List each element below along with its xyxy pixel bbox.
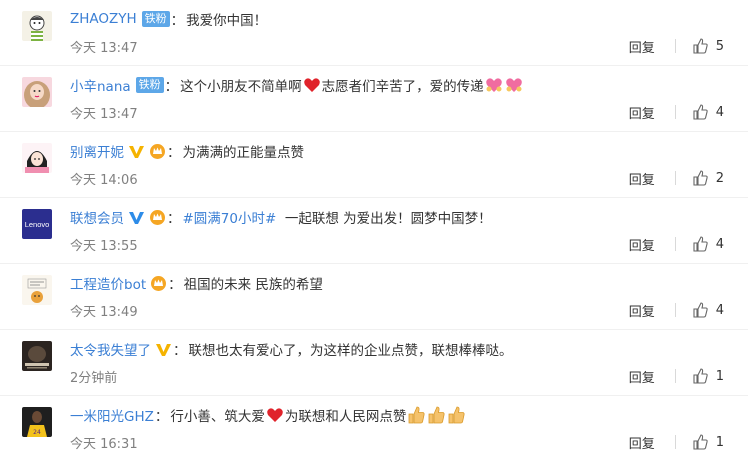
thumbs-up-icon[interactable] <box>692 368 708 384</box>
reply-button[interactable]: 回复 <box>629 433 655 452</box>
comment-item: ZHAOZYH 铁粉 ： 我爱你中国！ 今天 13:47 回复 5 <box>0 0 748 66</box>
reply-button[interactable]: 回复 <box>629 367 655 386</box>
avatar[interactable] <box>22 341 52 371</box>
comment-item: 工程造价bot ： 祖国的未来 民族的希望 今天 13:49 回复 4 <box>0 264 748 330</box>
divider <box>674 369 676 383</box>
username[interactable]: 太令我失望了 <box>70 339 151 359</box>
avatar[interactable] <box>22 77 52 107</box>
divider <box>674 435 676 449</box>
username[interactable]: 一米阳光GHZ <box>70 405 154 425</box>
colon: ： <box>170 13 185 29</box>
thumbs-up-emoji-icon <box>428 406 445 424</box>
divider <box>674 171 676 185</box>
timestamp: 今天 16:31 <box>70 437 138 452</box>
fan-tag[interactable]: 铁粉 <box>135 77 164 93</box>
hashtag-link[interactable]: #圆满70小时# <box>183 207 277 227</box>
timestamp: 今天 13:49 <box>70 305 138 320</box>
comment-text: 为满满的正能量点赞 <box>182 145 305 161</box>
like-count: 2 <box>715 170 724 186</box>
reply-button[interactable]: 回复 <box>629 301 655 320</box>
comment-text: 联想也太有爱心了，为这样的企业点赞，联想棒棒哒。 <box>188 343 513 359</box>
reply-button[interactable]: 回复 <box>629 235 655 254</box>
colon: ： <box>167 145 181 161</box>
avatar[interactable] <box>22 275 52 305</box>
verified-blue-v-icon[interactable] <box>128 209 145 226</box>
colon: ： <box>154 409 169 425</box>
divider <box>674 105 676 119</box>
avatar[interactable] <box>22 143 52 173</box>
avatar[interactable]: 24 <box>22 407 52 437</box>
colon: ： <box>164 79 179 95</box>
thumbs-up-icon[interactable] <box>692 236 708 252</box>
like-count: 4 <box>715 236 724 252</box>
username[interactable]: 联想会员 <box>70 207 124 227</box>
comment-item: 太令我失望了 ： 联想也太有爱心了，为这样的企业点赞，联想棒棒哒。 2分钟前 回… <box>0 330 748 396</box>
thumbs-up-emoji-icon <box>408 406 425 424</box>
like-count: 4 <box>715 302 724 318</box>
heart-emoji-icon <box>267 408 283 422</box>
comment-item: 24 一米阳光GHZ ： 行小善、筑大爱 为联想和人民网点赞 今天 16:31 … <box>0 396 748 459</box>
thumbs-up-icon[interactable] <box>692 302 708 318</box>
like-count: 5 <box>715 38 724 54</box>
timestamp: 今天 13:47 <box>70 107 138 122</box>
username[interactable]: 小辛nana <box>70 75 131 95</box>
comment-text: 志愿者们辛苦了，爱的传递 <box>321 79 484 95</box>
username[interactable]: 别离开妮 <box>70 141 124 161</box>
fan-tag[interactable]: 铁粉 <box>141 11 170 27</box>
timestamp: 今天 13:55 <box>70 239 138 254</box>
comment-text: 祖国的未来 民族的希望 <box>183 277 323 293</box>
pink-heart-emoji-icon <box>485 78 502 92</box>
reply-button[interactable]: 回复 <box>629 169 655 188</box>
colon: ： <box>173 343 187 359</box>
thumbs-up-icon[interactable] <box>692 170 708 186</box>
comment-item: Lenovo 联想会员 ： #圆满70小时# 一起联想 为爱出发！圆梦中国梦！ … <box>0 198 748 264</box>
like-count: 1 <box>715 434 724 450</box>
thumbs-up-icon[interactable] <box>692 104 708 120</box>
timestamp: 今天 13:47 <box>70 41 138 56</box>
heart-emoji-icon <box>303 78 320 92</box>
colon: ： <box>168 277 182 293</box>
thumbs-up-icon[interactable] <box>692 434 708 450</box>
avatar[interactable] <box>22 11 52 41</box>
svg-text:24: 24 <box>33 429 41 436</box>
comment-text: 这个小朋友不简单啊 <box>180 79 302 95</box>
vip-crown-icon[interactable] <box>149 143 166 160</box>
comment-text: 行小善、筑大爱 <box>170 409 265 425</box>
reply-button[interactable]: 回复 <box>629 37 655 56</box>
username[interactable]: 工程造价bot <box>70 273 146 293</box>
comment-item: 小辛nana 铁粉 ： 这个小朋友不简单啊 志愿者们辛苦了，爱的传递 今天 13… <box>0 66 748 132</box>
pink-heart-emoji-icon <box>505 78 522 92</box>
vip-crown-icon[interactable] <box>150 275 167 292</box>
lenovo-logo-text: Lenovo <box>24 219 50 229</box>
verified-v-icon[interactable] <box>128 143 145 160</box>
thumbs-up-icon[interactable] <box>692 38 708 54</box>
like-count: 4 <box>715 104 724 120</box>
divider <box>674 237 676 251</box>
thumbs-up-emoji-icon <box>448 406 465 424</box>
colon: ： <box>167 211 181 227</box>
timestamp: 2分钟前 <box>70 371 118 386</box>
vip-crown-icon[interactable] <box>149 209 166 226</box>
like-count: 1 <box>715 368 724 384</box>
verified-v-icon[interactable] <box>155 341 172 358</box>
username[interactable]: ZHAOZYH <box>70 11 137 27</box>
avatar[interactable]: Lenovo <box>22 209 52 239</box>
comment-item: 别离开妮 ： 为满满的正能量点赞 今天 14:06 回复 2 <box>0 132 748 198</box>
reply-button[interactable]: 回复 <box>629 103 655 122</box>
comment-text: 我爱你中国！ <box>186 13 268 29</box>
timestamp: 今天 14:06 <box>70 173 138 188</box>
comment-text: 为联想和人民网点赞 <box>284 409 407 425</box>
divider <box>674 39 676 53</box>
comment-list: ZHAOZYH 铁粉 ： 我爱你中国！ 今天 13:47 回复 5 小辛nana… <box>0 0 748 459</box>
comment-text: 一起联想 为爱出发！圆梦中国梦！ <box>276 211 492 227</box>
divider <box>674 303 676 317</box>
